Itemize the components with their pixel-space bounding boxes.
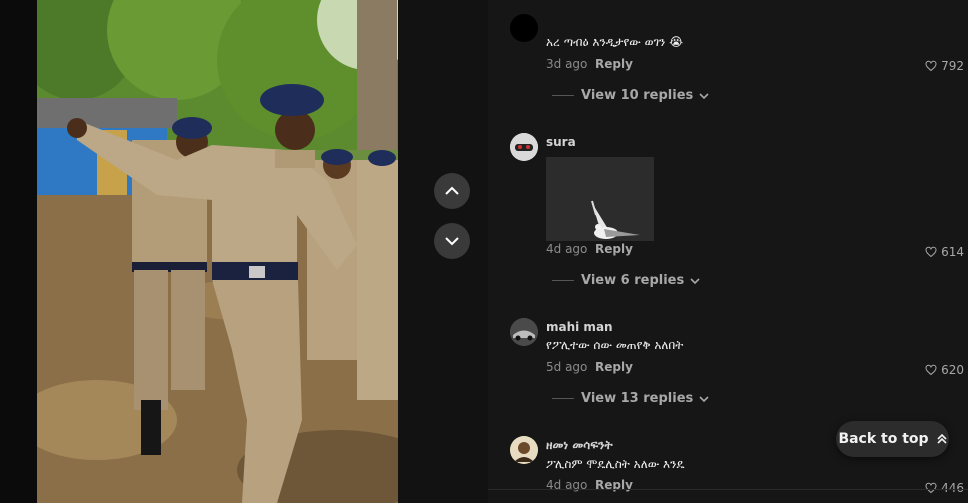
chevron-up-icon	[445, 186, 459, 195]
like-button[interactable]: 792	[925, 59, 964, 73]
back-to-top-button[interactable]: Back to top	[836, 421, 949, 457]
comment-username[interactable]: sura	[546, 135, 576, 149]
comment-text: አረ ጣብዕ እንዲታየው ወገን 😭	[546, 35, 684, 49]
seagull-icon	[546, 157, 654, 241]
avatar-image	[510, 133, 538, 161]
comment-username[interactable]: ዘመነ መሳፍንት	[546, 438, 613, 453]
like-count: 614	[941, 245, 964, 259]
double-chevron-up-icon	[936, 433, 947, 444]
view-replies-button[interactable]: View 6 replies	[552, 273, 700, 288]
view-replies-button[interactable]: View 10 replies	[552, 88, 709, 103]
video-player[interactable]	[37, 0, 398, 503]
replies-divider	[552, 398, 574, 399]
heart-icon	[925, 482, 937, 494]
next-video-button[interactable]	[434, 223, 470, 259]
avatar-image	[510, 436, 538, 464]
reply-button[interactable]: Reply	[595, 57, 633, 71]
avatar[interactable]	[510, 318, 538, 346]
view-replies-label: View 13 replies	[581, 391, 694, 406]
view-replies-button[interactable]: View 13 replies	[552, 391, 709, 406]
replies-divider	[552, 95, 574, 96]
reply-button[interactable]: Reply	[595, 360, 633, 374]
seagull-sticker	[546, 157, 654, 241]
avatar-image	[510, 318, 538, 346]
view-replies-label: View 10 replies	[581, 88, 694, 103]
chevron-down-icon	[445, 237, 459, 246]
replies-divider	[552, 280, 574, 281]
reply-button[interactable]: Reply	[595, 242, 633, 256]
comment-age: 3d ago	[546, 57, 588, 71]
view-replies-label: View 6 replies	[581, 273, 685, 288]
chevron-down-icon	[699, 92, 709, 99]
back-to-top-label: Back to top	[838, 431, 929, 447]
like-count: 792	[941, 59, 964, 73]
previous-video-button[interactable]	[434, 173, 470, 209]
comment-age: 4d ago	[546, 242, 588, 256]
chevron-down-icon	[699, 395, 709, 402]
like-button[interactable]: 614	[925, 245, 964, 259]
heart-icon	[925, 246, 937, 258]
like-button[interactable]: 620	[925, 363, 964, 377]
comment-input-divider	[488, 489, 968, 490]
chevron-down-icon	[690, 277, 700, 284]
comment-age: 5d ago	[546, 360, 588, 374]
comment-username[interactable]: mahi man	[546, 320, 613, 334]
avatar[interactable]	[510, 14, 538, 42]
like-count: 620	[941, 363, 964, 377]
comment-text: ፖሊስም ሞዴሊስት አለው እንዴ	[546, 457, 685, 471]
like-button[interactable]: 446	[925, 481, 964, 495]
avatar[interactable]	[510, 436, 538, 464]
video-frame-image	[37, 0, 398, 503]
comment-text: የፖሊተው ሰው መጠየቅ አለበት	[546, 338, 684, 352]
heart-icon	[925, 364, 937, 376]
like-count: 446	[941, 481, 964, 495]
avatar[interactable]	[510, 133, 538, 161]
heart-icon	[925, 60, 937, 72]
